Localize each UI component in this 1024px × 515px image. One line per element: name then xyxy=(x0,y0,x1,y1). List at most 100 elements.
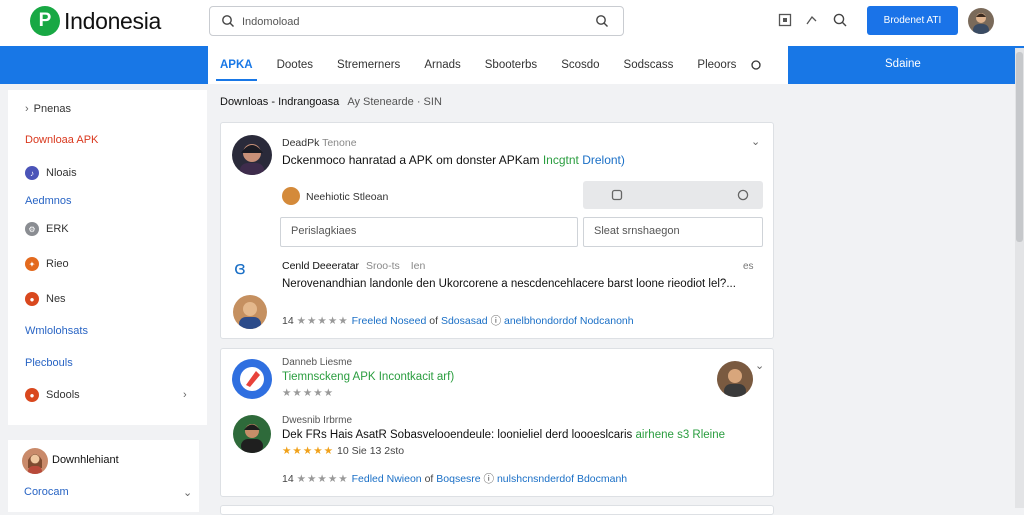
tab-dootes[interactable]: Dootes xyxy=(265,46,325,84)
search-replies-input[interactable]: Sleat srnshaegon xyxy=(583,217,763,247)
reply-avatar[interactable] xyxy=(233,295,267,329)
tool-icon: ● xyxy=(25,388,39,402)
sidebar-user-panel: Downhlehiant Corocam ⌄ xyxy=(8,440,199,512)
chevron-down-icon[interactable]: ⌄ xyxy=(751,135,760,148)
logo-icon: P xyxy=(30,6,60,36)
attach-icon[interactable] xyxy=(611,189,623,201)
info-icon: ⓘ xyxy=(483,473,495,485)
save-icon[interactable] xyxy=(777,12,793,28)
author-tag: Tenone xyxy=(322,137,357,149)
tab-stremerners[interactable]: Stremerners xyxy=(325,46,412,84)
star-icon: ✦ xyxy=(25,257,39,271)
quote-icon: ɞ xyxy=(234,258,246,279)
rating-stars[interactable]: ★★★★★ xyxy=(282,387,334,399)
post-title-tag: Incgtnt xyxy=(542,153,579,167)
app-avatar[interactable] xyxy=(232,359,272,399)
reply-link-2[interactable]: Boqsesre xyxy=(436,473,480,485)
reply-text-tag[interactable]: airhene s3 Rleine xyxy=(636,429,726,441)
tab-pleoors[interactable]: Pleoors xyxy=(685,46,748,84)
nav-bar: APKA Dootes Stremerners Arnads Sbooterbs… xyxy=(0,46,1024,84)
panel-title: Downhlehiant xyxy=(52,454,119,466)
tab-apka[interactable]: APKA xyxy=(208,46,265,84)
breadcrumb-tail: Ay Stenearde · SIN xyxy=(347,96,442,108)
rating-stars[interactable]: ★★★★★ xyxy=(297,315,349,327)
reply-meta: 14 ★★★★★ Freeled Noseed of Sdosasad ⓘ an… xyxy=(282,313,634,328)
nav-right-link[interactable]: Sdaine xyxy=(885,58,921,70)
reply-link-3[interactable]: nulshcnsnderdof Bdocmanh xyxy=(497,473,627,485)
search-bar[interactable] xyxy=(209,6,624,36)
author-name[interactable]: DeadPk xyxy=(282,137,319,149)
gear-icon: ⚙ xyxy=(25,222,39,236)
reply-author[interactable]: Dwesnib Irbrme xyxy=(282,415,352,426)
rating-stars[interactable]: ★★★★★ xyxy=(297,473,349,485)
tab-sbooterbs[interactable]: Sbooterbs xyxy=(473,46,549,84)
reply-link-3[interactable]: anelbhondordof Nodcanonh xyxy=(504,315,634,327)
post-author[interactable]: DeadPk Tenone xyxy=(282,137,357,149)
sidebar-item-pnenas[interactable]: › Pnenas xyxy=(25,103,71,115)
emoji-icon[interactable] xyxy=(737,189,749,201)
chevron-right-icon: › xyxy=(25,103,29,115)
sidebar-item-nes[interactable]: ● Nes xyxy=(25,292,66,306)
post-card-next xyxy=(220,505,774,515)
post-title-link[interactable]: Drelont) xyxy=(582,153,625,167)
avatar-face-icon xyxy=(239,302,261,329)
comment-input[interactable]: Perislagkiaes xyxy=(280,217,578,247)
author-avatar[interactable] xyxy=(232,135,272,175)
reply-tag: Sroo-ts xyxy=(365,260,400,272)
rating-stars-gold[interactable]: ★★★★★ xyxy=(282,445,334,457)
breadcrumb-path[interactable]: Downloas - Indrangoasa xyxy=(220,96,339,108)
user-avatar[interactable] xyxy=(717,361,753,397)
post-author[interactable]: Danneb Liesme xyxy=(282,357,352,368)
sidebar-item-nloais[interactable]: ♪ Nloais xyxy=(25,166,77,180)
reply-author-name[interactable]: Cenld Deeeratar xyxy=(282,260,359,272)
tab-scosdo[interactable]: Scosdo xyxy=(549,46,611,84)
sub-author[interactable]: Neehiotic Stleoan xyxy=(306,191,388,203)
tab-sodscass[interactable]: Sodscass xyxy=(612,46,686,84)
reply-rating: ★★★★★ 10 Sie 13 2sto xyxy=(282,445,404,457)
reply-sep: of xyxy=(429,315,439,327)
sidebar-item-label: Sdools xyxy=(46,389,80,401)
sub-author-avatar[interactable] xyxy=(282,187,300,205)
search-submit-icon[interactable] xyxy=(595,14,609,28)
scrollbar-thumb[interactable] xyxy=(1016,52,1023,242)
sidebar-item-rieo[interactable]: ✦ Rieo xyxy=(25,257,69,271)
reply-time: Ien xyxy=(410,260,426,272)
reply-link-1[interactable]: Fedled Nwieon xyxy=(352,473,422,485)
sidebar-item-plecbouls[interactable]: Plecbouls xyxy=(25,357,73,369)
rating-line: 10 Sie 13 2sto xyxy=(337,445,405,457)
chevron-down-icon[interactable]: ⌄ xyxy=(183,486,192,499)
reply-author[interactable]: Cenld Deeeratar Sroo-ts Ien xyxy=(282,260,425,272)
breadcrumb: Downloas - Indrangoasa Ay Stenearde · SI… xyxy=(220,96,442,108)
sidebar-item-erk[interactable]: ⚙ ERK xyxy=(25,222,69,236)
share-icon[interactable] xyxy=(804,12,820,28)
sidebar-item-wmlolohsats[interactable]: Wmlolohsats xyxy=(25,325,88,337)
tab-search-icon[interactable] xyxy=(750,59,762,71)
reply-ago: es xyxy=(743,261,754,272)
tab-arnads[interactable]: Arnads xyxy=(412,46,472,84)
logo[interactable]: P Indonesia xyxy=(30,5,161,37)
reply-text: Dek FRs Hais AsatR Sobasvelooendeule: lo… xyxy=(282,429,725,441)
chevron-down-icon[interactable]: ⌄ xyxy=(755,359,764,372)
reply-link-2[interactable]: Sdosasad xyxy=(441,315,488,327)
panel-link[interactable]: Corocam xyxy=(24,486,69,498)
post-title[interactable]: Dckenmoco hanratad a APK om donster APKa… xyxy=(282,153,625,167)
search-input[interactable] xyxy=(242,12,582,32)
svg-text:ɞ: ɞ xyxy=(234,258,246,279)
avatar-face-icon xyxy=(724,369,746,397)
download-cta-button[interactable]: Brodenet ATI xyxy=(867,6,958,35)
user-avatar[interactable] xyxy=(968,8,994,34)
search-icon xyxy=(222,15,234,27)
reply-meta: 14 ★★★★★ Fedled Nwieon of Boqsesre ⓘ nul… xyxy=(282,471,627,486)
sidebar-item-aedmnos[interactable]: Aedmnos xyxy=(25,195,71,207)
sidebar-item-sdools[interactable]: ● Sdools xyxy=(25,388,80,402)
chevron-right-icon[interactable]: › xyxy=(183,389,187,401)
scrollbar[interactable] xyxy=(1015,48,1024,508)
panel-avatar[interactable] xyxy=(22,448,48,474)
sidebar-item-download-apk[interactable]: Downloaa APK xyxy=(25,134,98,146)
sidebar: › Pnenas Downloaa APK ♪ Nloais Aedmnos ⚙ ER… xyxy=(8,90,207,425)
reply-link-1[interactable]: Freeled Noseed xyxy=(352,315,427,327)
reply-avatar[interactable] xyxy=(233,415,271,453)
search-icon-secondary[interactable] xyxy=(832,12,848,28)
post-title[interactable]: Tiemnsckeng APK Incontkacit arf) xyxy=(282,371,454,383)
rating-value: 14 xyxy=(282,315,294,327)
